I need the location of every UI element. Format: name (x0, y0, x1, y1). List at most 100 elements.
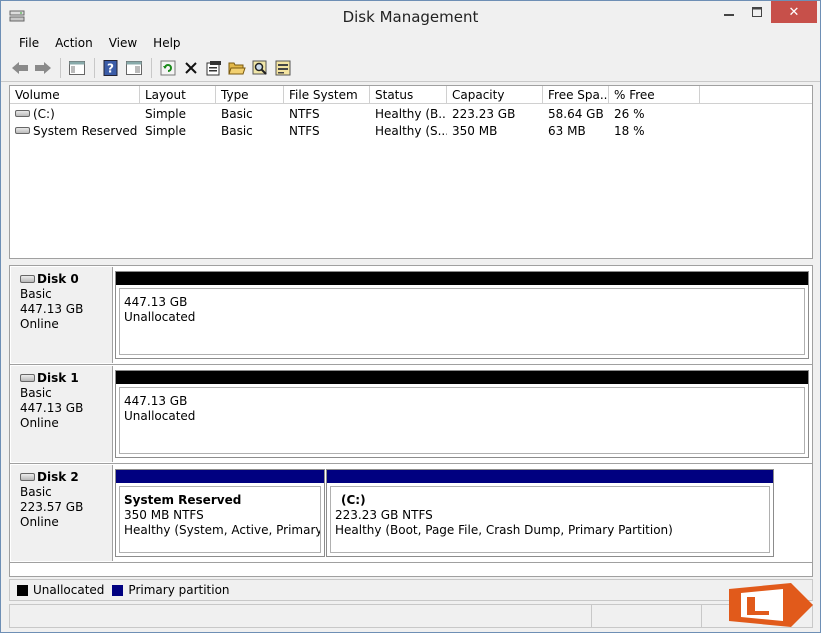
maximize-icon (752, 7, 762, 17)
volume-list-header: Volume Layout Type File System Status Ca… (10, 86, 812, 104)
minimize-button[interactable] (715, 1, 743, 23)
partition-bar-unallocated (116, 371, 808, 384)
drive-icon (15, 110, 30, 117)
disk-label-disk-1[interactable]: Disk 1 Basic 447.13 GB Online (11, 366, 113, 462)
table-row[interactable]: (C:) Simple Basic NTFS Healthy (B... 223… (10, 106, 812, 123)
free-space-cell: 63 MB (548, 124, 586, 138)
properties-icon (206, 60, 221, 75)
show-hide-action-pane-button[interactable] (123, 57, 145, 79)
show-hide-console-tree-button[interactable] (66, 57, 88, 79)
layout-cell: Simple (145, 107, 186, 121)
capacity-cell: 223.23 GB (452, 107, 516, 121)
properties-pane-icon (126, 60, 142, 75)
volume-list[interactable]: Volume Layout Type File System Status Ca… (9, 85, 813, 259)
partition-status: Unallocated (124, 310, 196, 324)
partition-body: 447.13 GB Unallocated (119, 387, 805, 454)
disk-row-divider (10, 562, 812, 563)
column-header-layout[interactable]: Layout (140, 86, 216, 104)
menu-view-label: View (108, 36, 138, 50)
partition-size: 350 MB NTFS (124, 508, 204, 522)
table-row[interactable]: System Reserved Simple Basic NTFS Health… (10, 123, 812, 140)
partition-title: (C:) (341, 493, 366, 507)
forward-button[interactable] (32, 57, 54, 79)
refresh-button[interactable] (157, 57, 179, 79)
column-header-status[interactable]: Status (370, 86, 447, 104)
search-icon (252, 60, 267, 75)
properties-button[interactable] (203, 57, 225, 79)
maximize-button[interactable] (743, 1, 771, 23)
column-header-free-space[interactable]: Free Spa... (543, 86, 609, 104)
help-icon: ? (103, 59, 118, 76)
menu-file-label: File (19, 36, 40, 50)
volume-name: (C:) (33, 107, 55, 121)
disk-icon (20, 472, 35, 481)
menu-help-label: Help (153, 36, 181, 50)
disk-state: Online (20, 416, 59, 430)
status-bar-cell (592, 605, 702, 627)
partition-body: 447.13 GB Unallocated (119, 288, 805, 355)
console-tree-icon (69, 60, 85, 75)
column-header-percent-free[interactable]: % Free (609, 86, 700, 104)
column-header-volume[interactable]: Volume (10, 86, 140, 104)
watermark-logo (729, 583, 813, 627)
svg-text:?: ? (107, 61, 114, 75)
disk-settings-button[interactable] (272, 57, 294, 79)
volume-cell: (C:) (10, 106, 140, 123)
capacity-cell: 350 MB (452, 124, 498, 138)
disk-icon (20, 274, 35, 283)
toolbar: ? (1, 54, 820, 82)
partition-unallocated[interactable]: 447.13 GB Unallocated (115, 370, 809, 458)
file-system-cell: NTFS (289, 124, 320, 138)
status-cell: Healthy (S... (375, 124, 447, 138)
column-header-type[interactable]: Type (216, 86, 284, 104)
menu-help[interactable]: Help (145, 36, 188, 50)
partition-status: Healthy (Boot, Page File, Crash Dump, Pr… (335, 523, 673, 537)
title-bar: Disk Management ✕ (1, 1, 820, 32)
menu-bar: File Action View Help (1, 32, 820, 54)
layout-cell: Simple (145, 124, 186, 138)
back-arrow-icon (12, 61, 28, 74)
status-bar (9, 604, 813, 628)
partition-system-reserved[interactable]: System Reserved 350 MB NTFS Healthy (Sys… (115, 469, 325, 557)
open-icon (228, 62, 246, 74)
volume-cell: System Reserved (10, 123, 140, 140)
minimize-icon (724, 14, 734, 16)
legend-label-unallocated: Unallocated (33, 583, 105, 597)
close-icon: ✕ (788, 4, 800, 20)
disk-label-disk-2[interactable]: Disk 2 Basic 223.57 GB Online (11, 465, 113, 561)
menu-view[interactable]: View (101, 36, 145, 50)
partition-status: Unallocated (124, 409, 196, 423)
disk-row-disk-2: Disk 2 Basic 223.57 GB Online System Res… (10, 464, 812, 562)
disk-row-disk-1: Disk 1 Basic 447.13 GB Online 447.13 GB … (10, 365, 812, 463)
menu-action[interactable]: Action (47, 36, 101, 50)
disk-name: Disk 1 (37, 371, 79, 385)
disk-label-disk-0[interactable]: Disk 0 Basic 447.13 GB Online (11, 267, 113, 363)
column-header-file-system[interactable]: File System (284, 86, 370, 104)
disk-state: Online (20, 317, 59, 331)
open-button[interactable] (226, 57, 248, 79)
toolbar-separator (94, 57, 95, 78)
toolbar-separator (151, 57, 152, 78)
back-button[interactable] (9, 57, 31, 79)
file-system-cell: NTFS (289, 107, 320, 121)
percent-free-cell: 18 % (614, 124, 645, 138)
help-button[interactable]: ? (100, 57, 122, 79)
disk-settings-icon (275, 60, 291, 75)
column-header-capacity[interactable]: Capacity (447, 86, 543, 104)
close-button[interactable]: ✕ (771, 1, 817, 23)
partition-unallocated[interactable]: 447.13 GB Unallocated (115, 271, 809, 359)
percent-free-cell: 26 % (614, 107, 645, 121)
legend-label-primary: Primary partition (128, 583, 230, 597)
partition-c-drive[interactable]: (C:) 223.23 GB NTFS Healthy (Boot, Page … (326, 469, 774, 557)
forward-arrow-icon (35, 61, 51, 74)
partition-size: 223.23 GB NTFS (335, 508, 433, 522)
drive-icon (15, 127, 30, 134)
partition-bar-unallocated (116, 272, 808, 285)
disk-type: Basic (20, 386, 52, 400)
delete-button[interactable] (180, 57, 202, 79)
menu-file[interactable]: File (11, 36, 47, 50)
legend-swatch-unallocated (17, 584, 28, 596)
delete-icon (185, 61, 197, 74)
explore-button[interactable] (249, 57, 271, 79)
disk-map: Disk 0 Basic 447.13 GB Online 447.13 GB … (9, 265, 813, 577)
